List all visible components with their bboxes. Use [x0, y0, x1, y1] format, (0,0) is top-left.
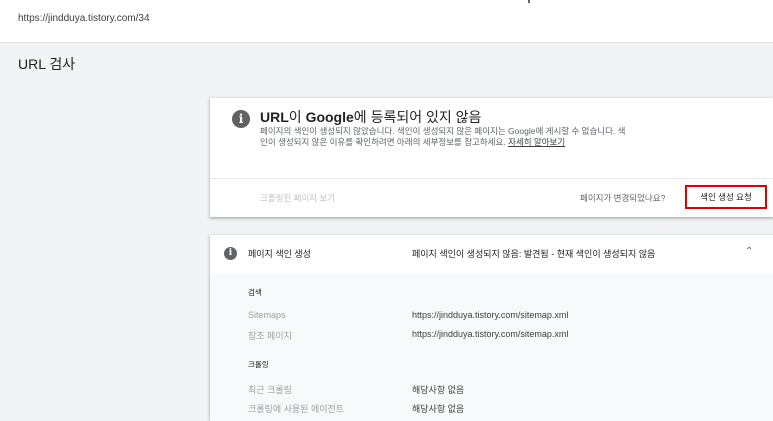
crawled-as-value: 해당사항 없음 — [412, 404, 465, 414]
page-indexing-header[interactable]: i 페이지 색인 생성 페이지 색인이 생성되지 않음: 발견됨 - 현재 색인… — [210, 235, 773, 273]
last-crawl-label: 최근 크롤링 — [248, 385, 292, 395]
info-icon: i — [224, 247, 237, 260]
page-indexing-card: i 페이지 색인 생성 페이지 색인이 생성되지 않음: 발견됨 - 현재 색인… — [210, 235, 773, 421]
view-crawled-page-button: 크롤링된 페이지 보기 — [260, 193, 336, 203]
heading-google: Google — [305, 109, 354, 125]
discovery-section-label: 검색 — [248, 288, 262, 297]
info-icon: i — [232, 110, 250, 128]
chevron-up-icon[interactable]: ⌃ — [745, 246, 753, 257]
top-bar-marker — [528, 0, 530, 3]
page-indexing-status: 페이지 색인이 생성되지 않음: 발견됨 - 현재 색인이 생성되지 않음 — [412, 249, 656, 259]
referring-page-label: 참조 페이지 — [248, 331, 292, 341]
top-bar: https://jindduya.tistory.com/34 — [0, 0, 773, 43]
page-changed-question: 페이지가 변경되었나요? — [580, 193, 666, 203]
status-description: 페이지의 색인이 생성되지 않았습니다. 색인이 생성되지 않은 페이지는 Go… — [260, 126, 632, 148]
index-status-card: i URL이 Google에 등록되어 있지 않음 페이지의 색인이 생성되지 … — [210, 98, 773, 217]
sitemaps-label: Sitemaps — [248, 310, 286, 320]
request-indexing-button[interactable]: 색인 생성 요청 — [685, 185, 767, 209]
status-heading: URL이 Google에 등록되어 있지 않음 — [260, 107, 481, 127]
description-text: 페이지의 색인이 생성되지 않았습니다. 색인이 생성되지 않은 페이지는 Go… — [260, 126, 626, 147]
page-indexing-title: 페이지 색인 생성 — [248, 249, 311, 259]
sitemaps-value[interactable]: https://jindduya.tistory.com/sitemap.xml — [412, 310, 568, 320]
card-divider — [210, 178, 773, 179]
heading-mid: 이 — [288, 109, 306, 125]
heading-url: URL — [260, 109, 289, 125]
crawled-as-label: 크롤링에 사용된 에이전트 — [248, 404, 345, 414]
inspected-url[interactable]: https://jindduya.tistory.com/34 — [18, 13, 150, 24]
page-indexing-details: 검색 Sitemaps https://jindduya.tistory.com… — [210, 273, 773, 421]
last-crawl-value: 해당사항 없음 — [412, 385, 465, 395]
learn-more-link[interactable]: 자세히 알아보기 — [508, 137, 565, 147]
page-title: URL 검사 — [18, 56, 76, 72]
crawl-section-label: 크롤링 — [248, 360, 269, 369]
heading-rest: 에 등록되어 있지 않음 — [353, 109, 482, 125]
referring-page-value[interactable]: https://jindduya.tistory.com/sitemap.xml — [412, 329, 568, 339]
